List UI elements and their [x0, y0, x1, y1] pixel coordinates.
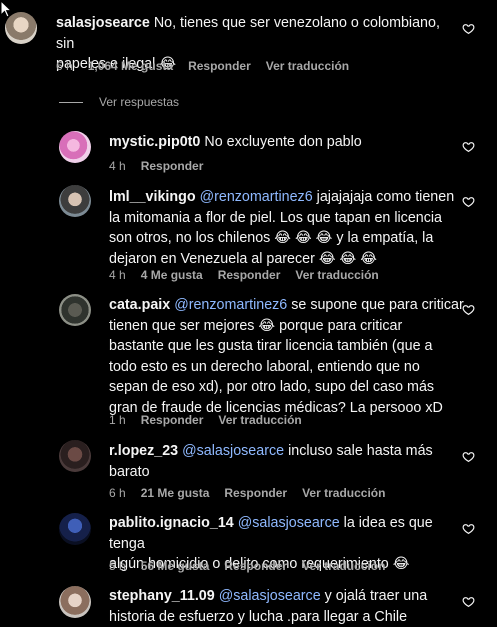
comment-body-line: barato: [109, 463, 150, 480]
comment-time: 6 h: [56, 59, 73, 73]
mention-link[interactable]: @salasjosearce: [238, 515, 340, 531]
mention-link[interactable]: @renzomartinez6: [174, 297, 287, 313]
likes-count[interactable]: 4 Me gusta: [141, 268, 203, 282]
comment-username[interactable]: pablito.ignacio_14: [109, 515, 234, 531]
translate-button[interactable]: Ver traducción: [266, 59, 349, 73]
comment-time: 5 h: [109, 559, 126, 573]
comment-body-line: incluso sale hasta más: [288, 443, 433, 459]
comment-text: lml__vikingo @renzomartinez6 jajajajaja c…: [109, 187, 469, 269]
like-heart-icon[interactable]: [462, 195, 475, 208]
comment-body-line: tienen que ser mejores 😂 porque para cri…: [109, 317, 403, 334]
comment-meta: 4 h Responder: [109, 159, 218, 173]
avatar[interactable]: [59, 440, 91, 472]
like-heart-icon[interactable]: [462, 595, 475, 608]
comment-body-line: se supone que para criticar: [291, 297, 464, 313]
comment-body-line: todo esto es un derecho laboral, entiend…: [109, 358, 420, 375]
comment-username[interactable]: cata.paix: [109, 297, 170, 313]
reply-button[interactable]: Responder: [224, 559, 287, 573]
like-heart-icon[interactable]: [462, 22, 475, 35]
comment-username[interactable]: lml__vikingo: [109, 189, 196, 205]
comment-time: 4 h: [109, 159, 126, 173]
comment-body-line: jajajajaja como tienen: [316, 189, 455, 205]
comment-body-line: No excluyente don pablo: [204, 134, 362, 150]
comment-username[interactable]: mystic.pip0t0: [109, 134, 200, 150]
likes-count[interactable]: 1,064 Me gusta: [88, 59, 173, 73]
comment-meta: 5 h 56 Me gusta Responder Ver traducción: [109, 559, 400, 573]
mention-link[interactable]: @salasjosearce: [219, 588, 321, 604]
mention-link[interactable]: @salasjosearce: [182, 443, 284, 459]
comment-time: 1 h: [109, 413, 126, 427]
avatar[interactable]: [59, 513, 91, 545]
mention-link[interactable]: @renzomartinez6: [200, 189, 313, 205]
reply-button[interactable]: Responder: [224, 486, 287, 500]
avatar[interactable]: [59, 185, 91, 217]
translate-button[interactable]: Ver traducción: [302, 559, 385, 573]
view-replies-button[interactable]: Ver respuestas: [59, 94, 179, 110]
like-heart-icon[interactable]: [462, 522, 475, 535]
comment-meta: 6 h 1,064 Me gusta Responder Ver traducc…: [56, 59, 364, 73]
divider-line: [59, 101, 83, 103]
comment-text: stephany_11.09 @salasjosearce y ojalá tra…: [109, 586, 469, 627]
comment-text: cata.paix @renzomartinez6 se supone que p…: [109, 295, 469, 418]
comment-time: 4 h: [109, 268, 126, 282]
comment-body-line: dejaron en Venezuela al parecer 😂 😂 😂: [109, 250, 377, 267]
translate-button[interactable]: Ver traducción: [218, 413, 301, 427]
comment-text: mystic.pip0t0 No excluyente don pablo: [109, 132, 449, 153]
reply-button[interactable]: Responder: [141, 159, 204, 173]
translate-button[interactable]: Ver traducción: [302, 486, 385, 500]
reply-button[interactable]: Responder: [188, 59, 251, 73]
comment-body-line: bastante que les gusta tirar licencia ta…: [109, 338, 433, 354]
avatar[interactable]: [59, 294, 91, 326]
like-heart-icon[interactable]: [462, 140, 475, 153]
avatar[interactable]: [5, 12, 37, 44]
comment-username[interactable]: salasjosearce: [56, 15, 150, 31]
reply-button[interactable]: Responder: [218, 268, 281, 282]
comment-body-line: la mitomania a flor de piel. Los que tap…: [109, 209, 443, 226]
comment-body-line: y ojalá traer una: [324, 588, 428, 604]
comment-meta: 6 h 21 Me gusta Responder Ver traducción: [109, 486, 400, 500]
comment-time: 6 h: [109, 486, 126, 500]
like-heart-icon[interactable]: [462, 303, 475, 316]
like-heart-icon[interactable]: [462, 450, 475, 463]
comment-body-line: son otros, no los chilenos 😂 😂 😂 y la em…: [109, 230, 434, 246]
avatar[interactable]: [59, 131, 91, 163]
translate-button[interactable]: Ver traducción: [295, 268, 378, 282]
comment-username[interactable]: stephany_11.09: [109, 588, 215, 604]
comment-meta: 4 h 4 Me gusta Responder Ver traducción: [109, 268, 394, 282]
avatar[interactable]: [59, 586, 91, 618]
comment-username[interactable]: r.lopez_23: [109, 443, 178, 459]
comment-body-line: historia de esfuerzo y lucha .para llega…: [109, 608, 408, 625]
reply-button[interactable]: Responder: [141, 413, 204, 427]
likes-count[interactable]: 21 Me gusta: [141, 486, 210, 500]
comments-panel: salasjosearce No, tienes que ser venezola…: [0, 0, 497, 627]
comment-body-line: sepan de eso xd), por otro lado, supo de…: [109, 379, 435, 395]
comment-text: r.lopez_23 @salasjosearce incluso sale ha…: [109, 441, 449, 482]
likes-count[interactable]: 56 Me gusta: [141, 559, 210, 573]
comment-meta: 1 h Responder Ver traducción: [109, 413, 317, 427]
view-replies-label: Ver respuestas: [99, 95, 180, 109]
